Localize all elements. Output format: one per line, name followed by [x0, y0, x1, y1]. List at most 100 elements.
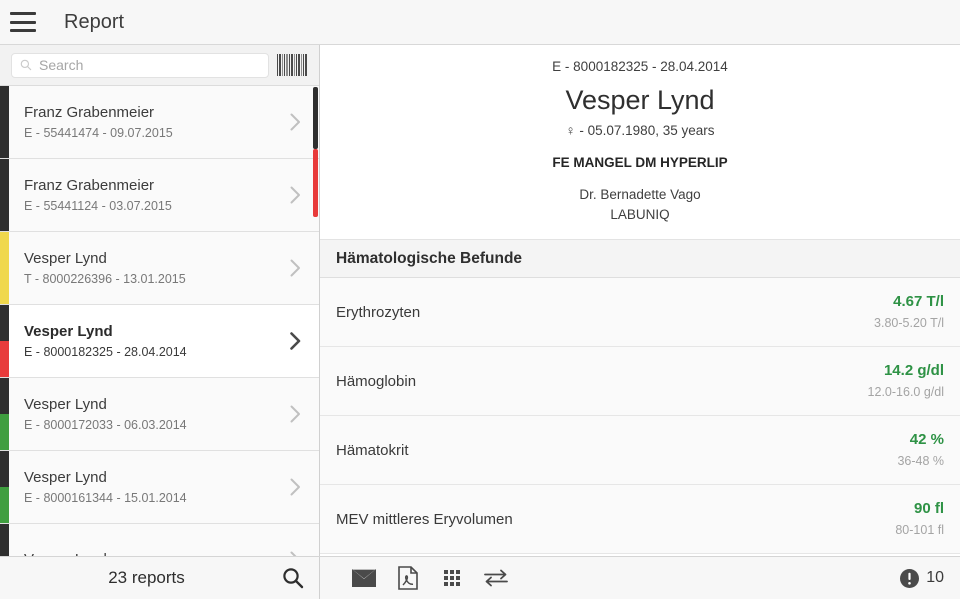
report-item-text: Vesper Lynd E - 8000172033 - 06.03.2014: [24, 395, 283, 434]
result-parameter-name: MEV mittleres Eryvolumen: [336, 510, 513, 528]
result-row[interactable]: Hämoglobin 14.2 g/dl 12.0-16.0 g/dl: [320, 347, 960, 416]
report-item-name: Franz Grabenmeier: [24, 103, 155, 121]
report-item-name: Vesper Lynd: [24, 322, 113, 340]
status-flag-segment: [0, 305, 9, 341]
report-count-label: 23 reports: [108, 568, 185, 587]
report-item-text: Franz Grabenmeier E - 55441124 - 03.07.20…: [24, 176, 283, 215]
result-reference-range: 3.80-5.20 T/l: [874, 316, 944, 330]
result-reference-range: 80-101 fl: [895, 523, 944, 537]
email-icon: [352, 569, 376, 587]
result-values: 4.67 T/l 3.80-5.20 T/l: [874, 292, 944, 332]
alert-count: 10: [926, 569, 944, 586]
hamburger-menu-icon[interactable]: [10, 12, 36, 32]
result-reference-range: 12.0-16.0 g/dl: [867, 385, 944, 399]
hamburger-line: [10, 12, 36, 15]
search-button[interactable]: [267, 557, 319, 599]
result-values: 42 % 36-48 %: [897, 430, 944, 470]
chevron-right-icon: [283, 405, 307, 423]
bottom-bar-right: 10: [320, 557, 960, 599]
result-row[interactable]: Erythrozyten 4.67 T/l 3.80-5.20 T/l: [320, 278, 960, 347]
report-item-meta: E - 8000161344 - 15.01.2014: [24, 490, 187, 505]
results-section-header: Hämatologische Befunde: [320, 240, 960, 278]
result-row[interactable]: MEV mittleres Eryvolumen 90 fl 80-101 fl: [320, 485, 960, 554]
page-title: Report: [64, 10, 125, 33]
patient-diagnosis: FE MANGEL DM HYPERLIP: [552, 155, 728, 170]
grid-view-button[interactable]: [430, 557, 474, 599]
report-list-scrollbar[interactable]: [312, 87, 319, 555]
status-flag: [0, 378, 9, 450]
scrollbar-segment[interactable]: [313, 149, 318, 217]
report-list-item[interactable]: Franz Grabenmeier E - 55441124 - 03.07.20…: [0, 159, 319, 232]
status-flag: [0, 86, 9, 158]
status-flag-segment: [0, 524, 9, 556]
results-list: Erythrozyten 4.67 T/l 3.80-5.20 T/l Hämoglo…: [320, 278, 960, 554]
patient-name: Vesper Lynd: [565, 85, 715, 115]
bottom-bar: 23 reports 10: [0, 556, 960, 599]
report-detail-panel: E - 8000182325 - 28.04.2014 Vesper Lynd …: [320, 45, 960, 556]
hamburger-line: [10, 29, 36, 32]
search-input-container[interactable]: [11, 52, 269, 78]
app-root: Report Franz Grabenmeier E - 55441474 - 0…: [0, 0, 960, 599]
report-item-meta: E - 55441474 - 09.07.2015: [24, 125, 173, 140]
report-item-meta: E - 8000182325 - 28.04.2014: [24, 344, 187, 359]
report-item-name: Vesper Lynd: [24, 468, 107, 486]
status-flag-segment: [0, 232, 9, 304]
gender-symbol-icon: ♀: [565, 123, 576, 138]
report-list-item[interactable]: Vesper Lynd T - 8000226396 - 13.01.2015: [0, 232, 319, 305]
status-flag-segment: [0, 487, 9, 523]
barcode-scan-icon: [276, 54, 308, 76]
report-item-meta: E - 55441124 - 03.07.2015: [24, 198, 172, 213]
result-parameter-name: Hämoglobin: [336, 372, 417, 390]
barcode-scan-button[interactable]: [269, 45, 315, 85]
result-value: 4.67 T/l: [893, 293, 944, 310]
search-icon: [283, 568, 304, 589]
status-flag: [0, 451, 9, 523]
report-item-name: Vesper Lynd: [24, 249, 107, 267]
report-item-text: Vesper Lynd E - 8000182325 - 28.04.2014: [24, 322, 283, 361]
alert-exclamation-icon: [900, 568, 920, 588]
report-identifier: E - 8000182325 - 28.04.2014: [552, 59, 728, 74]
hamburger-line: [10, 20, 36, 24]
laboratory-name: LABUNIQ: [610, 207, 670, 222]
result-values: 14.2 g/dl 12.0-16.0 g/dl: [868, 361, 944, 401]
patient-header: E - 8000182325 - 28.04.2014 Vesper Lynd …: [320, 45, 960, 240]
result-parameter-name: Hämatokrit: [336, 441, 409, 459]
swap-arrows-icon: [484, 569, 508, 587]
report-item-meta: E - 8000172033 - 06.03.2014: [24, 417, 187, 432]
report-list-panel: Franz Grabenmeier E - 55441474 - 09.07.20…: [0, 45, 320, 556]
report-list-item[interactable]: Vesper Lynd E - 8000182325 - 28.04.2014: [0, 305, 319, 378]
search-icon: [20, 59, 32, 71]
chevron-right-icon: [283, 332, 307, 350]
search-bar: [0, 45, 319, 86]
result-value: 42 %: [909, 431, 944, 448]
patient-demographics: ♀ - 05.07.1980, 35 years: [340, 121, 940, 141]
chevron-right-icon: [283, 113, 307, 131]
result-value: 90 fl: [913, 500, 944, 517]
chevron-right-icon: [283, 259, 307, 277]
result-parameter-name: Erythrozyten: [336, 303, 421, 321]
result-reference-range: 36-48 %: [897, 454, 944, 468]
status-flag-segment: [0, 341, 9, 377]
result-row[interactable]: Hämatokrit 42 % 36-48 %: [320, 416, 960, 485]
send-email-button[interactable]: [342, 557, 386, 599]
report-list-item[interactable]: Vesper Lynd E - 8000161344 - 15.01.2014: [0, 451, 319, 524]
result-value: 14.2 g/dl: [883, 362, 944, 379]
report-list-item[interactable]: Franz Grabenmeier E - 55441474 - 09.07.20…: [0, 86, 319, 159]
result-values: 90 fl 80-101 fl: [895, 499, 944, 539]
search-input[interactable]: [39, 53, 260, 77]
compare-button[interactable]: [474, 557, 518, 599]
status-flag-segment: [0, 378, 9, 414]
referring-doctor: Dr. Bernadette Vago: [579, 187, 701, 202]
alert-indicator[interactable]: 10: [900, 568, 944, 588]
scrollbar-segment[interactable]: [313, 87, 318, 149]
status-flag: [0, 305, 9, 377]
top-bar: Report: [0, 0, 960, 45]
report-list[interactable]: Franz Grabenmeier E - 55441474 - 09.07.20…: [0, 86, 319, 556]
status-flag-segment: [0, 159, 9, 231]
report-list-item[interactable]: Vesper Lynd: [0, 524, 319, 556]
report-list-item[interactable]: Vesper Lynd E - 8000172033 - 06.03.2014: [0, 378, 319, 451]
export-pdf-button[interactable]: [386, 557, 430, 599]
patient-birthdate-age: - 05.07.1980, 35 years: [579, 123, 715, 138]
status-flag: [0, 524, 9, 556]
report-item-text: Franz Grabenmeier E - 55441474 - 09.07.20…: [24, 103, 283, 142]
